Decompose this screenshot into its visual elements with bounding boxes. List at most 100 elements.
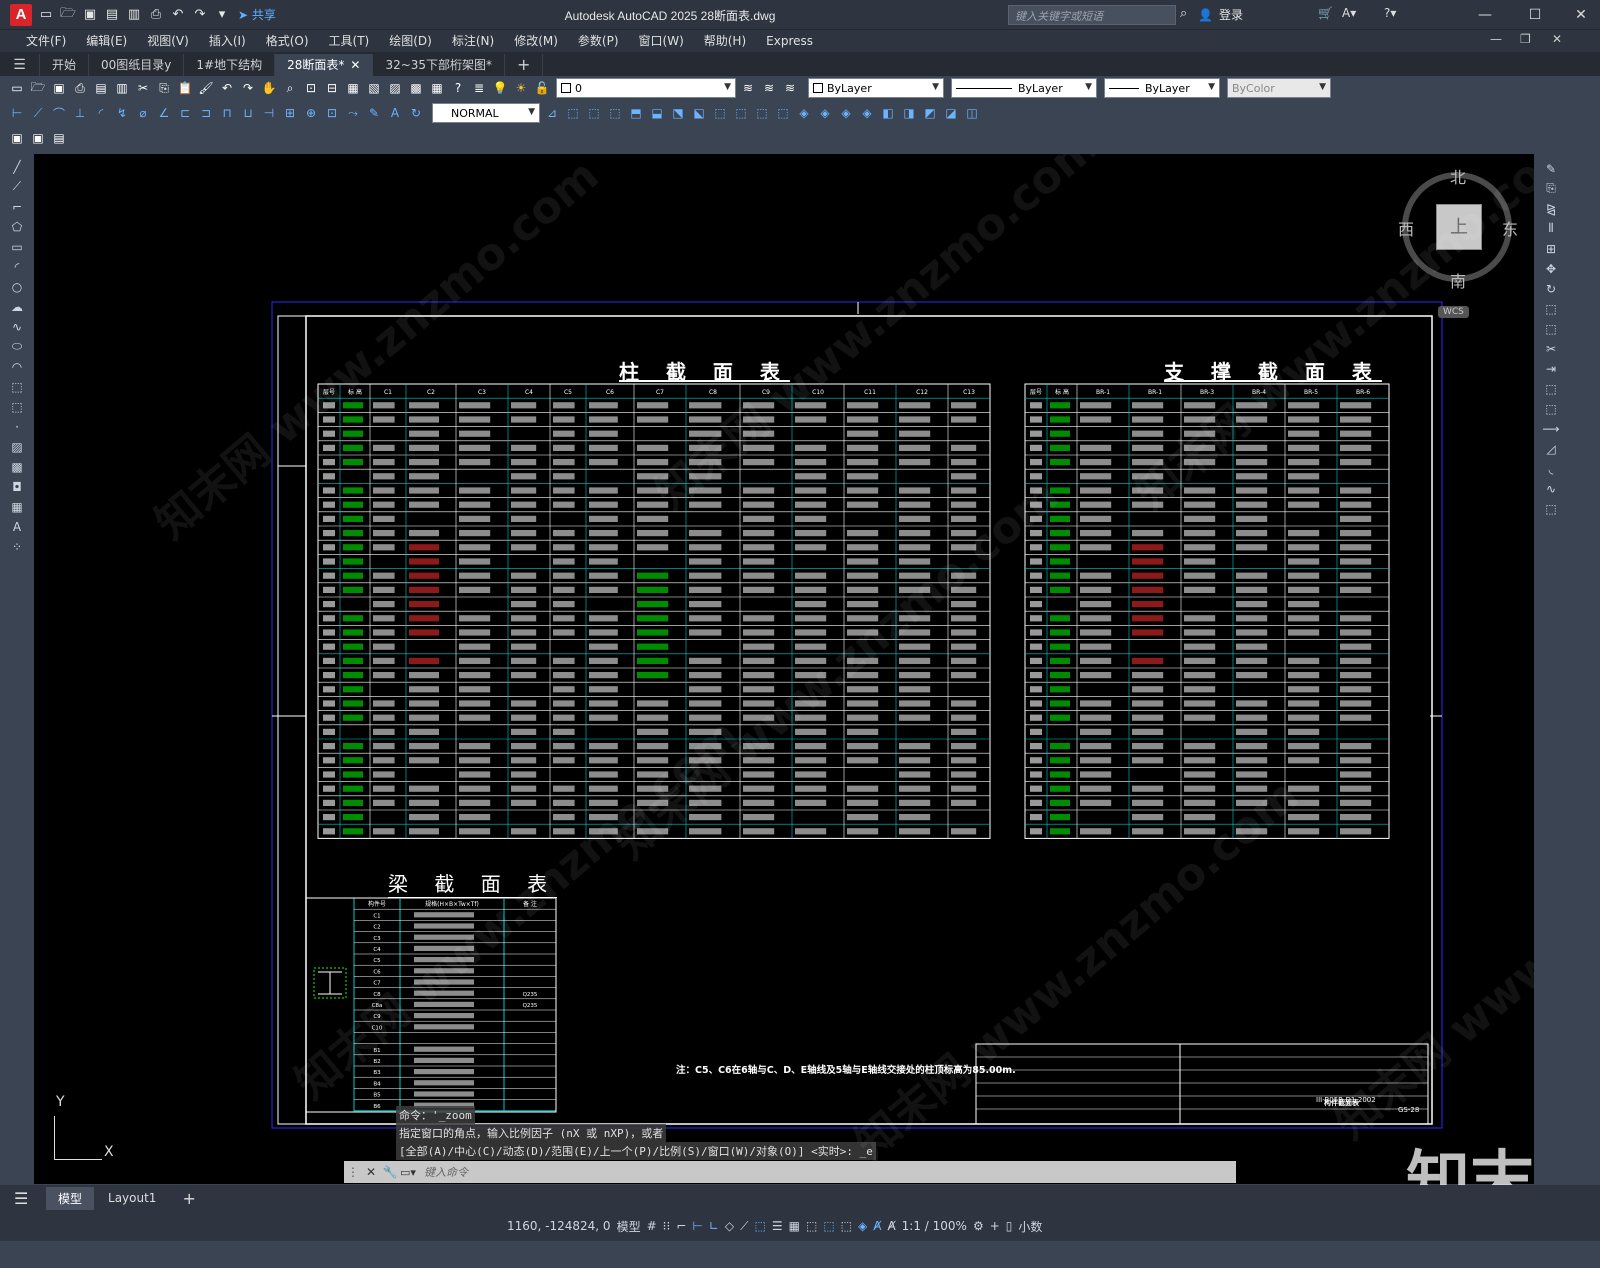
redo-icon[interactable]: ↷ xyxy=(239,79,257,97)
dim-break-icon[interactable]: ⊣ xyxy=(260,104,278,122)
menu-insert[interactable]: 插入(I) xyxy=(199,30,256,52)
open-icon[interactable]: 🗁 xyxy=(58,5,78,25)
tab-basement[interactable]: 1#地下结构 xyxy=(184,54,276,76)
lightbulb-icon[interactable]: 💡 xyxy=(491,79,509,97)
menu-view[interactable]: 视图(V) xyxy=(137,30,199,52)
open-icon[interactable]: 🗁 xyxy=(29,79,47,97)
view4-icon[interactable]: ◪ xyxy=(942,104,960,122)
close-button[interactable]: ✕ xyxy=(1566,4,1596,26)
ucs-world-icon[interactable]: ⬚ xyxy=(585,104,603,122)
help-icon[interactable]: ? xyxy=(449,79,467,97)
lineweight-dropdown[interactable]: ByLayer ▼ xyxy=(1104,78,1220,98)
ortho-icon[interactable]: ⊢ xyxy=(689,1219,705,1233)
mirror-icon[interactable]: ⧎ xyxy=(1541,200,1561,217)
dim-linear-icon[interactable]: ⊢ xyxy=(8,104,26,122)
chamfer-icon[interactable]: ◿ xyxy=(1541,440,1561,457)
dim-radius-icon[interactable]: ◜ xyxy=(92,104,110,122)
color-dropdown[interactable]: ByLayer ▼ xyxy=(808,78,944,98)
lineweight-icon[interactable]: ☰ xyxy=(769,1219,786,1233)
doc-minimize-button[interactable]: — xyxy=(1490,32,1502,46)
annotation-scale[interactable]: 1:1 / 100% xyxy=(899,1219,970,1233)
inspect-icon[interactable]: ⊡ xyxy=(323,104,341,122)
block-edit-icon[interactable]: ▣ xyxy=(8,129,26,147)
view-icon[interactable]: ◧ xyxy=(879,104,897,122)
scale-icon[interactable]: ⬚ xyxy=(1541,300,1561,317)
infer-icon[interactable]: ⌐ xyxy=(673,1219,689,1233)
move-icon[interactable]: ✥ xyxy=(1541,260,1561,277)
ucs-y-icon[interactable]: ⬚ xyxy=(774,104,792,122)
shade-icon[interactable]: ◈ xyxy=(837,104,855,122)
undo-icon[interactable]: ↶ xyxy=(168,5,188,25)
layer-dropdown[interactable]: 0 ▼ xyxy=(556,78,736,98)
command-input[interactable]: 键入命令 xyxy=(424,1164,468,1180)
menu-draw[interactable]: 绘图(D) xyxy=(379,30,442,52)
copy-icon[interactable]: ⎘ xyxy=(155,79,173,97)
dim-text-edit-icon[interactable]: A xyxy=(386,104,404,122)
gizmo-icon[interactable]: ◈ xyxy=(855,1219,870,1233)
publish-icon[interactable]: ▥ xyxy=(113,79,131,97)
table-icon[interactable]: ▦ xyxy=(7,498,27,515)
render-icon[interactable]: ◈ xyxy=(795,104,813,122)
dim-aligned-icon[interactable]: ⟋ xyxy=(29,104,47,122)
3dosnap-icon[interactable]: ⬚ xyxy=(820,1219,837,1233)
properties-icon[interactable]: ▦ xyxy=(344,79,362,97)
view3-icon[interactable]: ◩ xyxy=(921,104,939,122)
tab-layout1[interactable]: Layout1 xyxy=(96,1188,168,1208)
selection-cycle-icon[interactable]: ⬚ xyxy=(803,1219,820,1233)
tab-model[interactable]: 模型 xyxy=(46,1186,95,1210)
autoscale-icon[interactable]: Ⱥ xyxy=(884,1219,898,1233)
isodraft-icon[interactable]: ◇ xyxy=(722,1219,737,1233)
fillet-icon[interactable]: ◟ xyxy=(1541,460,1561,477)
extend-icon[interactable]: ⇥ xyxy=(1541,360,1561,377)
quick-dim-icon[interactable]: ⊏ xyxy=(176,104,194,122)
dynucs-icon[interactable]: ⬚ xyxy=(838,1219,855,1233)
make-block-icon[interactable]: ⬚ xyxy=(7,398,27,415)
pline-icon[interactable]: ⌐ xyxy=(7,198,27,215)
ucs-origin-icon[interactable]: ⬕ xyxy=(690,104,708,122)
doc-restore-button[interactable]: ❐ xyxy=(1520,32,1531,46)
wrench-icon[interactable]: 🔧 xyxy=(380,1165,400,1179)
blend-icon[interactable]: ∿ xyxy=(1541,480,1561,497)
view2-icon[interactable]: ◨ xyxy=(900,104,918,122)
copy-icon[interactable]: ⎘ xyxy=(1541,180,1561,197)
units-dropdown[interactable]: 小数 xyxy=(1015,1218,1045,1235)
dim-baseline-icon[interactable]: ⊐ xyxy=(197,104,215,122)
dimstyle-icon[interactable]: ⊿ xyxy=(543,104,561,122)
stretch-icon[interactable]: ⬚ xyxy=(1541,320,1561,337)
undo-icon[interactable]: ↶ xyxy=(218,79,236,97)
polar-icon[interactable]: ∟ xyxy=(706,1219,722,1233)
tab-section-table[interactable]: 28断面表* ✕ xyxy=(275,54,374,76)
publish-icon[interactable]: ▥ xyxy=(124,5,144,25)
dim-continue-icon[interactable]: ⊓ xyxy=(218,104,236,122)
linetype-dropdown[interactable]: ByLayer ▼ xyxy=(951,78,1097,98)
tab-start[interactable]: 开始 xyxy=(40,54,90,76)
mtext-icon[interactable]: A xyxy=(7,518,27,535)
menu-window[interactable]: 窗口(W) xyxy=(629,30,694,52)
dim-ordinate-icon[interactable]: ⊥ xyxy=(71,104,89,122)
doc-close-button[interactable]: ✕ xyxy=(1552,32,1562,46)
hatch-icon[interactable]: ▨ xyxy=(7,438,27,455)
units-icon[interactable]: ▯ xyxy=(1003,1219,1016,1233)
cart-icon[interactable]: 🛒 xyxy=(1318,6,1333,20)
plotstyle-dropdown[interactable]: ByColor ▼ xyxy=(1227,78,1331,98)
arc-icon[interactable]: ◜ xyxy=(7,258,27,275)
cut-icon[interactable]: ✂ xyxy=(134,79,152,97)
search-icon[interactable]: ⌕ xyxy=(1180,6,1187,21)
save-icon[interactable]: ▣ xyxy=(50,79,68,97)
add-selected-icon[interactable]: ⁘ xyxy=(7,538,27,555)
circle-icon[interactable]: ○ xyxy=(7,278,27,295)
zoom-realtime-icon[interactable]: ⌕ xyxy=(281,79,299,97)
snap-icon[interactable]: ⁝⁝ xyxy=(660,1219,674,1233)
ucs-view-icon[interactable]: ⬔ xyxy=(669,104,687,122)
save-icon[interactable]: ▣ xyxy=(80,5,100,25)
maximize-button[interactable]: ☐ xyxy=(1520,4,1550,26)
point-icon[interactable]: · xyxy=(7,418,27,435)
plot-icon[interactable]: ⎙ xyxy=(146,5,166,25)
grid-icon[interactable]: # xyxy=(644,1219,660,1233)
add-layout-button[interactable]: + xyxy=(170,1186,207,1211)
layer-properties-icon[interactable]: ≣ xyxy=(470,79,488,97)
orbit-icon[interactable]: ◈ xyxy=(858,104,876,122)
new-tab-button[interactable]: + xyxy=(505,54,544,76)
rotate-icon[interactable]: ↻ xyxy=(1541,280,1561,297)
preview-icon[interactable]: ▤ xyxy=(92,79,110,97)
